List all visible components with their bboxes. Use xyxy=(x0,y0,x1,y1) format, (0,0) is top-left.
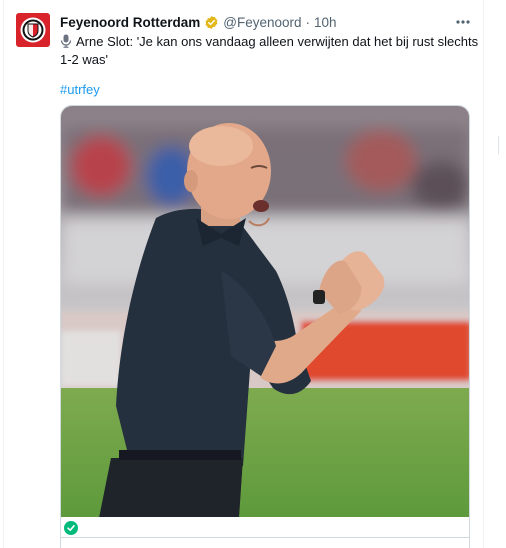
tweet-body: Arne Slot: 'Je kan ons vandaag alleen ve… xyxy=(60,34,479,67)
verified-badge-icon xyxy=(204,15,219,30)
tweet-text: Arne Slot: 'Je kan ons vandaag alleen ve… xyxy=(60,33,480,69)
timeline-border-right xyxy=(483,0,484,548)
timestamp[interactable]: 10h xyxy=(314,15,337,30)
separator-dot: · xyxy=(305,14,311,30)
author-handle[interactable]: @Feyenoord xyxy=(223,15,301,30)
microphone-icon xyxy=(60,34,72,48)
tweet-media-image[interactable] xyxy=(60,105,470,517)
author-name[interactable]: Feyenoord Rotterdam xyxy=(60,15,200,30)
feyenoord-crest-icon xyxy=(20,17,46,43)
more-options-icon xyxy=(456,20,470,24)
divider xyxy=(498,136,499,154)
timeline-border-left xyxy=(3,0,4,548)
check-circle-icon xyxy=(64,521,78,535)
card-footer xyxy=(60,517,470,548)
more-options-button[interactable] xyxy=(452,14,474,30)
tweet-header: Feyenoord Rotterdam @Feyenoord · 10h xyxy=(60,14,337,30)
tweet-page: Feyenoord Rotterdam @Feyenoord · 10h Arn… xyxy=(0,0,506,548)
photo-coach-clapping xyxy=(61,106,469,517)
hashtag-link[interactable]: #utrfey xyxy=(60,81,100,99)
avatar[interactable] xyxy=(16,13,50,47)
divider xyxy=(61,537,469,538)
